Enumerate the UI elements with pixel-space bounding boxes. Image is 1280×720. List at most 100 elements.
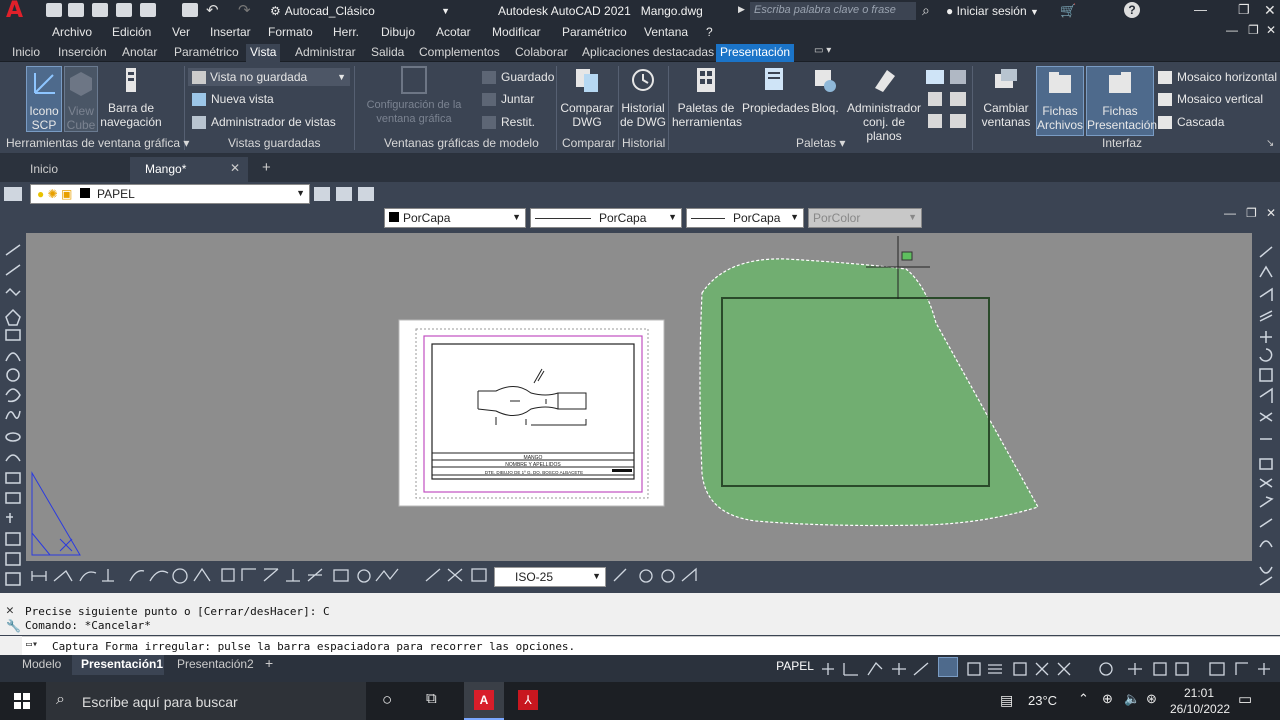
dim-style-dropdown[interactable]: ISO-25 ▼ xyxy=(494,567,606,587)
tab-complementos[interactable]: Complementos xyxy=(415,44,504,62)
network-icon[interactable]: ⊕ xyxy=(1102,691,1113,707)
doc-close-button[interactable]: ✕ xyxy=(1266,23,1276,37)
dim-style-tool-icons[interactable] xyxy=(610,561,710,593)
paper-space-toggle[interactable]: PAPEL xyxy=(774,659,816,677)
tab-administrar[interactable]: Administrar xyxy=(291,44,360,62)
layout-tab-presentacion1[interactable]: Presentación1 xyxy=(72,655,164,675)
tab-inicio[interactable]: Inicio xyxy=(8,44,44,62)
comparar-dwg-button[interactable]: Comparar DWG xyxy=(560,66,614,129)
drawing-canvas[interactable]: MANGO NOMBRE Y APELLIDOS DTE. DIBUJO DE … xyxy=(26,233,1252,561)
tray-expand-icon[interactable]: ⌃ xyxy=(1078,691,1089,707)
menu-acotar[interactable]: Acotar xyxy=(436,25,471,39)
palette-small-icon-3[interactable] xyxy=(928,92,942,106)
canvas-minimize-button[interactable]: — xyxy=(1224,206,1236,220)
plotstyle-dropdown[interactable]: PorColor ▼ xyxy=(808,208,922,228)
menu-herr[interactable]: Herr. xyxy=(333,25,359,39)
palette-small-icon-5[interactable] xyxy=(928,114,942,128)
menu-dibujo[interactable]: Dibujo xyxy=(381,25,415,39)
ribbon-options-icon[interactable]: ▭ ▾ xyxy=(810,44,835,62)
doc-tab-inicio[interactable]: Inicio xyxy=(30,162,58,176)
config-ventana-button[interactable]: Configuración de la ventana gráfica xyxy=(362,66,466,126)
view-cube-button[interactable]: View Cube xyxy=(64,66,98,132)
panel-paletas[interactable]: Paletas ▾ xyxy=(796,136,845,150)
redo-icon[interactable]: ↷ xyxy=(238,1,251,19)
doc-restore-button[interactable]: ❐ xyxy=(1248,23,1259,37)
language-icon[interactable]: ⊛ xyxy=(1146,691,1157,707)
open-file-icon[interactable] xyxy=(68,3,84,17)
undo-icon[interactable]: ↶ xyxy=(206,1,219,19)
menu-modificar[interactable]: Modificar xyxy=(492,25,541,39)
canvas-restore-button[interactable]: ❐ xyxy=(1246,206,1257,220)
cortana-icon[interactable]: ○ xyxy=(382,690,392,710)
autocad-logo-icon[interactable]: A xyxy=(6,0,32,23)
workspace-selector[interactable]: ⚙ Autocad_Clásico ▼ xyxy=(270,2,450,20)
restit-button[interactable]: Restit. xyxy=(482,115,535,129)
new-file-icon[interactable] xyxy=(46,3,62,17)
lineweight-dropdown[interactable]: PorCapa ▼ xyxy=(686,208,804,228)
tab-anotar[interactable]: Anotar xyxy=(118,44,161,62)
guardado-button[interactable]: Guardado xyxy=(482,70,554,84)
historial-dwg-button[interactable]: Historial de DWG xyxy=(620,66,666,129)
close-button[interactable]: ✕ xyxy=(1264,2,1276,19)
cambiar-ventanas-button[interactable]: Cambiar ventanas xyxy=(980,66,1032,129)
modify-tool-icons[interactable] xyxy=(1252,233,1280,593)
tab-aplicaciones[interactable]: Aplicaciones destacadas xyxy=(578,44,718,62)
menu-ayuda[interactable]: ? xyxy=(706,25,713,39)
menu-insertar[interactable]: Insertar xyxy=(210,25,251,39)
maximize-button[interactable]: ❐ xyxy=(1238,2,1250,18)
weather-icon[interactable]: ▤ xyxy=(1000,692,1013,709)
doc-tab-mango[interactable]: Mango* ✕ xyxy=(130,157,248,182)
cmd-customize-icon[interactable]: 🔧 xyxy=(6,619,21,633)
fichas-presentacion-button[interactable]: Fichas Presentación xyxy=(1086,66,1157,136)
tab-presentacion[interactable]: Presentación xyxy=(716,44,795,62)
tab-salida[interactable]: Salida xyxy=(367,44,408,62)
paletas-herramientas-button[interactable]: Paletas de herramientas xyxy=(672,66,742,129)
nueva-vista-button[interactable]: Nueva vista xyxy=(192,92,274,106)
bloq-button[interactable]: Bloq. xyxy=(808,66,842,115)
tab-insercion[interactable]: Inserción xyxy=(54,44,111,62)
icono-scp-button[interactable]: Icono SCP xyxy=(26,66,62,132)
menu-archivo[interactable]: Archivo xyxy=(52,25,92,39)
mosaico-vertical-button[interactable]: Mosaico vertical xyxy=(1158,92,1263,106)
layout-tab-modelo[interactable]: Modelo xyxy=(22,657,61,671)
acrobat-app-icon[interactable]: ⅄ xyxy=(518,690,538,710)
make-current-icon[interactable] xyxy=(314,187,330,201)
ortho-toggle[interactable] xyxy=(938,657,958,677)
minimize-button[interactable]: — xyxy=(1194,2,1207,17)
doc-minimize-button[interactable]: — xyxy=(1226,23,1238,37)
menu-formato[interactable]: Formato xyxy=(268,25,313,39)
vista-guardada-dropdown[interactable]: Vista no guardada ▼ xyxy=(188,68,350,86)
search-expand-icon[interactable]: ▶ xyxy=(738,4,745,15)
save-icon[interactable] xyxy=(92,3,108,17)
juntar-button[interactable]: Juntar xyxy=(482,92,534,106)
status-tool-icons[interactable] xyxy=(818,659,1278,679)
layer-properties-icon[interactable] xyxy=(4,187,22,201)
notifications-icon[interactable]: ▭ xyxy=(1238,690,1252,708)
help-icon[interactable]: ? xyxy=(1124,2,1140,18)
web-mobile-icon[interactable] xyxy=(140,3,156,17)
command-line[interactable]: ▭▾ Captura Forma irregular: pulse la bar… xyxy=(22,636,1280,655)
close-cmd-icon[interactable]: ✕ xyxy=(6,603,14,618)
mosaico-horizontal-button[interactable]: Mosaico horizontal xyxy=(1158,70,1277,84)
admin-vistas-button[interactable]: Administrador de vistas xyxy=(192,115,336,129)
cmd-prompt-icon[interactable]: ▭▾ xyxy=(26,639,38,650)
color-dropdown[interactable]: PorCapa ▼ xyxy=(384,208,526,228)
linetype-dropdown[interactable]: PorCapa ▼ xyxy=(530,208,682,228)
signin-button[interactable]: ● Iniciar sesión ▼ xyxy=(946,4,1039,18)
palette-small-icon-2[interactable] xyxy=(950,70,966,84)
save-as-icon[interactable] xyxy=(116,3,132,17)
layout-tab-presentacion2[interactable]: Presentación2 xyxy=(177,657,254,671)
tab-vista[interactable]: Vista xyxy=(246,44,281,62)
fichas-archivos-button[interactable]: Fichas Archivos xyxy=(1036,66,1084,136)
admin-conj-planos-button[interactable]: Administrador conj. de planos xyxy=(846,66,922,143)
palette-small-icon-1[interactable] xyxy=(926,70,944,84)
match-layer-icon[interactable] xyxy=(336,187,352,201)
palette-small-icon-4[interactable] xyxy=(950,92,966,106)
new-tab-icon[interactable]: + xyxy=(262,159,271,176)
task-view-icon[interactable]: ⧉ xyxy=(426,690,437,707)
windows-start-icon[interactable] xyxy=(14,693,30,709)
palette-small-icon-6[interactable] xyxy=(950,114,966,128)
menu-ventana[interactable]: Ventana xyxy=(644,25,688,39)
tab-colaborar[interactable]: Colaborar xyxy=(511,44,572,62)
panel-expand-icon[interactable]: ↘ xyxy=(1266,138,1274,149)
